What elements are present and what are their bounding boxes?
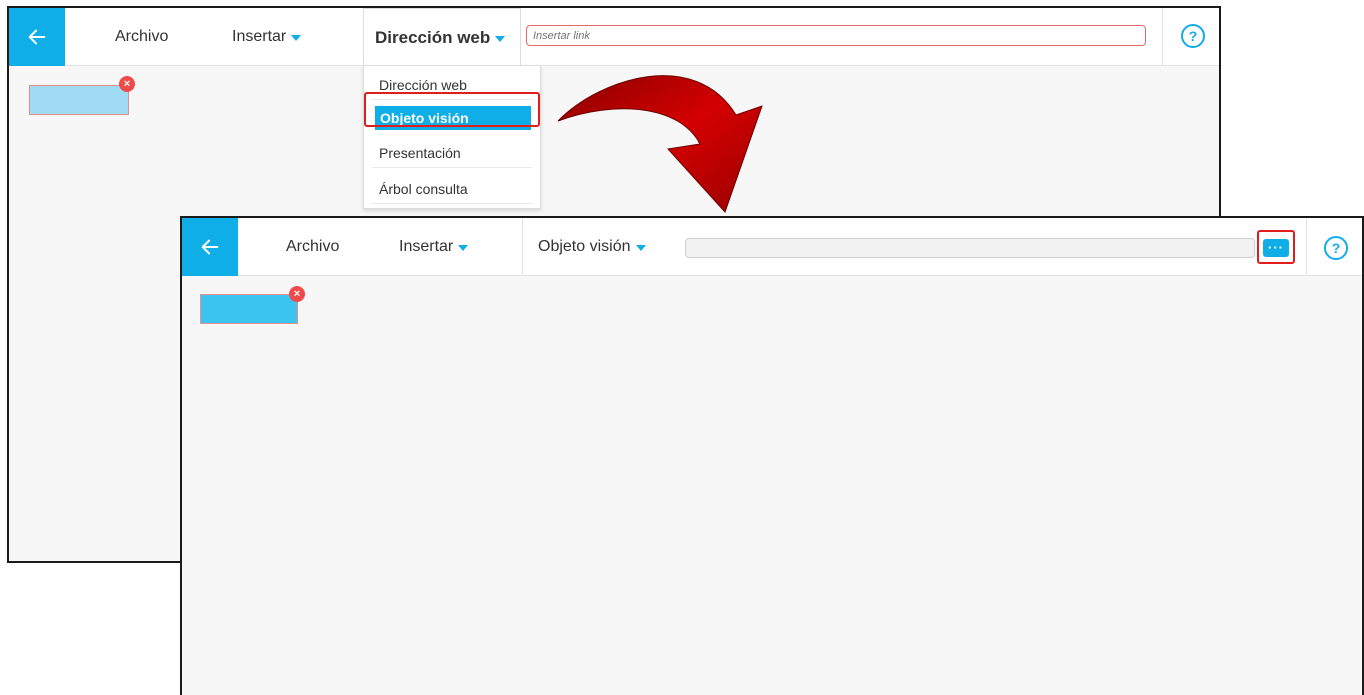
dropdown-item-arbol-consulta[interactable]: Árbol consulta xyxy=(372,174,532,204)
vision-object-field[interactable] xyxy=(685,238,1255,258)
link-type-dropdown: Dirección web Objeto visión Presentación… xyxy=(363,65,541,209)
editor-window-after: Archivo Insertar Objeto visión ··· ? × xyxy=(180,216,1364,695)
arrow-left-icon xyxy=(201,239,219,255)
toolbar: Archivo Insertar Objeto visión ··· ? xyxy=(182,218,1362,276)
toolbar-divider xyxy=(1162,8,1163,66)
link-type-label: Dirección web xyxy=(375,27,491,47)
insertar-label: Insertar xyxy=(232,28,287,45)
archivo-label: Archivo xyxy=(286,238,340,255)
question-icon: ? xyxy=(1188,28,1198,44)
toolbar-divider xyxy=(522,218,523,276)
archivo-menu[interactable]: Archivo xyxy=(286,218,339,276)
link-type-label: Objeto visión xyxy=(538,238,631,255)
link-input[interactable] xyxy=(526,25,1146,46)
highlight-objeto-vision xyxy=(364,92,540,127)
caret-down-icon xyxy=(495,35,506,42)
caret-down-icon xyxy=(458,245,469,251)
question-icon: ? xyxy=(1331,240,1341,256)
help-button[interactable]: ? xyxy=(1181,24,1205,48)
archivo-label: Archivo xyxy=(115,28,169,45)
insertar-label: Insertar xyxy=(399,238,454,255)
link-type-selector[interactable]: Dirección web xyxy=(363,8,521,66)
caret-down-icon xyxy=(635,245,646,251)
link-type-selector[interactable]: Objeto visión xyxy=(538,218,646,276)
help-button[interactable]: ? xyxy=(1324,236,1348,260)
caret-down-icon xyxy=(291,35,302,41)
vision-object-widget[interactable] xyxy=(200,294,298,324)
back-button[interactable] xyxy=(182,218,238,276)
arrow-left-icon xyxy=(28,29,46,45)
highlight-browse-button xyxy=(1257,230,1295,264)
close-icon[interactable]: × xyxy=(119,76,135,92)
close-icon[interactable]: × xyxy=(289,286,305,302)
back-button[interactable] xyxy=(9,8,65,66)
dropdown-item-presentacion[interactable]: Presentación xyxy=(372,138,532,168)
link-widget[interactable] xyxy=(29,85,129,115)
insertar-menu[interactable]: Insertar xyxy=(232,8,302,66)
toolbar: Archivo Insertar Dirección web ? xyxy=(9,8,1219,66)
insertar-menu[interactable]: Insertar xyxy=(399,218,469,276)
archivo-menu[interactable]: Archivo xyxy=(115,8,168,66)
toolbar-divider xyxy=(1306,218,1307,276)
